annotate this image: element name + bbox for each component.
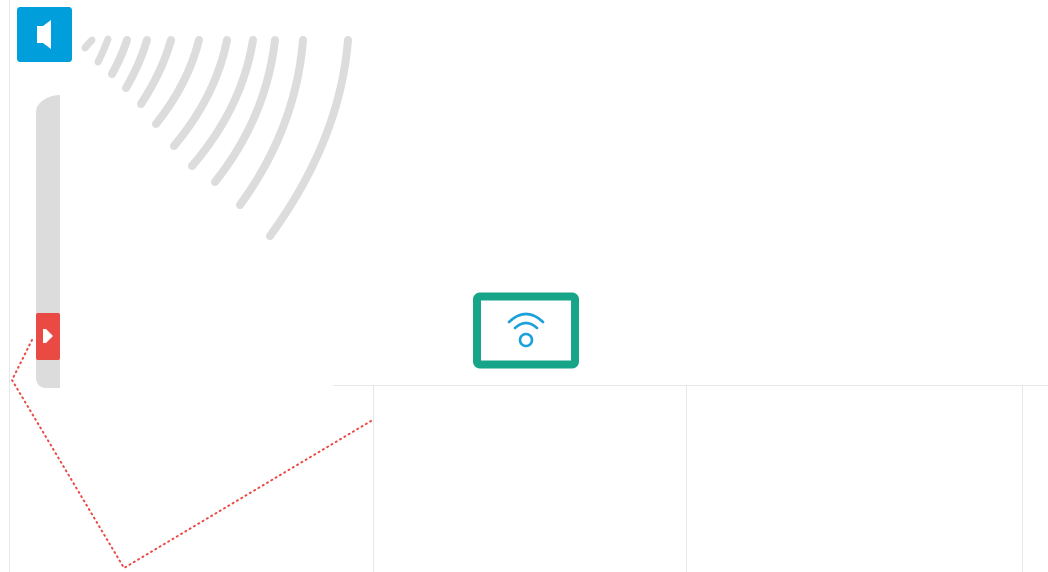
dotted-path — [10, 339, 372, 570]
sound-wave-arc — [81, 36, 96, 52]
wifi-arc-outer — [507, 312, 545, 324]
wifi-arc-inner — [513, 321, 539, 330]
sound-wave-arc — [152, 36, 203, 128]
sound-wave-arc — [94, 35, 112, 66]
wifi-icon — [507, 312, 545, 348]
wifi-dot — [518, 332, 534, 348]
sound-waves-icon — [81, 35, 352, 240]
grid-lines — [9, 0, 1048, 572]
wifi-panel-frame[interactable] — [473, 292, 579, 369]
sound-wave-arc — [108, 36, 131, 78]
wifi-panel[interactable] — [473, 292, 579, 369]
diagram-canvas — [9, 0, 1048, 572]
sound-wave-arc — [122, 36, 151, 92]
play-marker[interactable] — [36, 313, 60, 360]
speaker-tile[interactable] — [17, 7, 72, 62]
